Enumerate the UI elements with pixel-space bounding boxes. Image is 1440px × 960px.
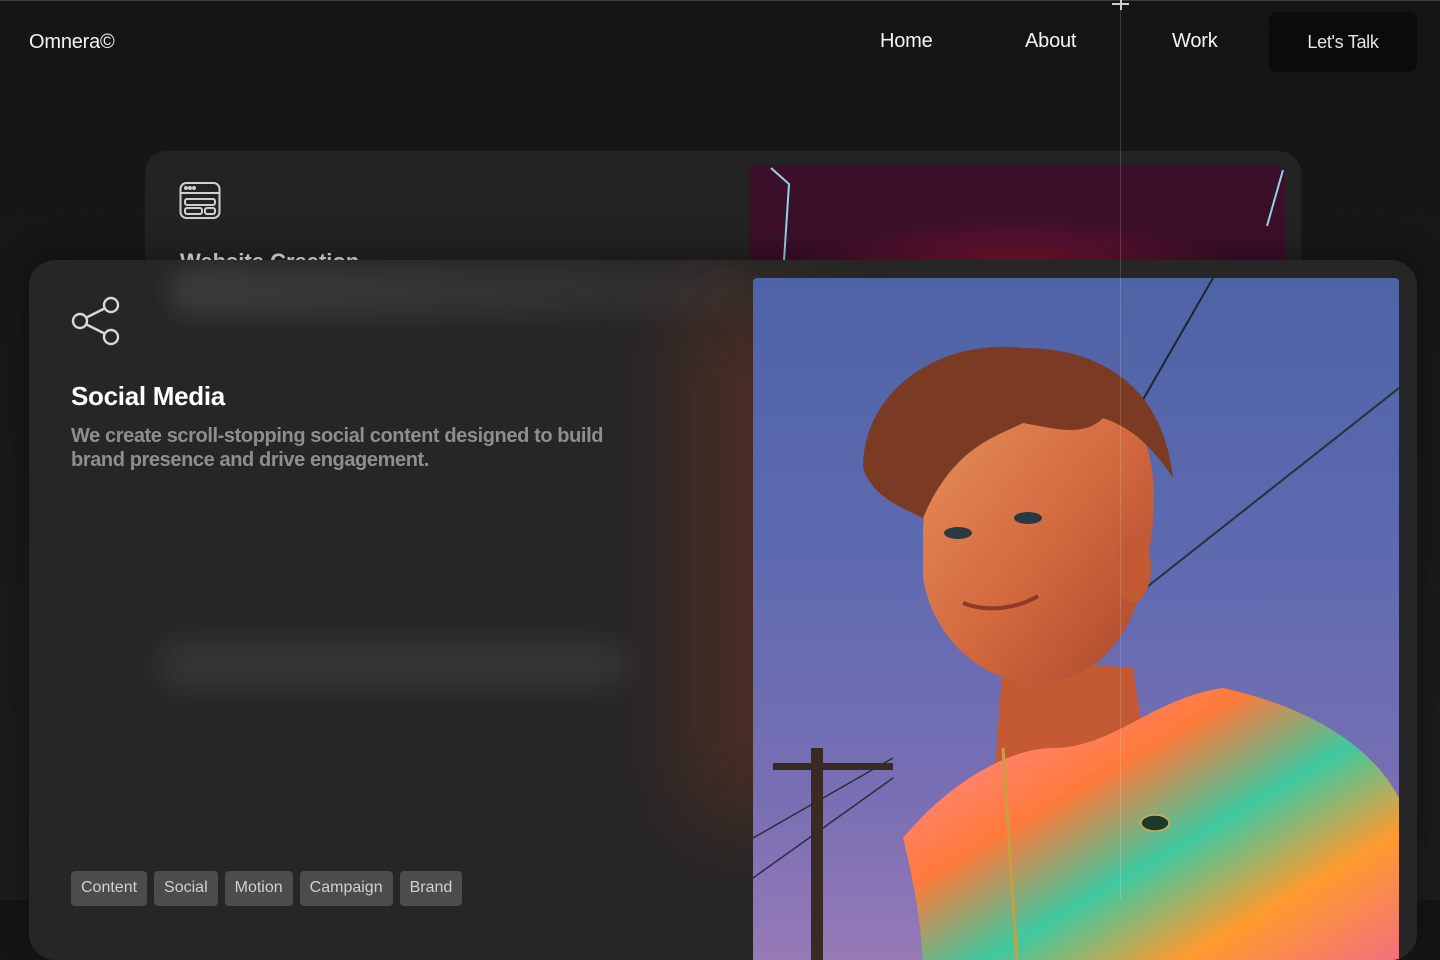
service-title: Social Media: [71, 381, 225, 411]
guide-line: [1120, 0, 1121, 900]
tag-social: Social: [154, 871, 218, 906]
nav-link-about[interactable]: About: [1025, 30, 1076, 53]
tag-motion: Motion: [224, 871, 293, 906]
tag-list: Content Social Motion Campaign Brand: [71, 871, 463, 906]
tag-brand: Brand: [399, 871, 463, 906]
browser-window-icon: [179, 182, 221, 219]
service-description: We create scroll-stopping social content…: [71, 425, 604, 471]
portrait-illustration: [753, 278, 1399, 960]
portrait-photo: [753, 278, 1399, 960]
tag-campaign: Campaign: [299, 871, 393, 906]
lets-talk-button[interactable]: Let's Talk: [1269, 12, 1417, 72]
brand-logo[interactable]: Omnera©: [29, 31, 115, 54]
nav-link-home[interactable]: Home: [880, 30, 933, 53]
share-icon: [71, 296, 120, 346]
cursor-crosshair-icon: [1112, 0, 1129, 10]
blurred-text-artifact: [159, 640, 629, 690]
top-divider: [0, 0, 1440, 1]
blurred-text-artifact: [169, 266, 749, 316]
service-card-social-media[interactable]: Social Media We create scroll-stopping s…: [29, 260, 1417, 960]
tag-content: Content: [71, 871, 148, 906]
nav-link-work[interactable]: Work: [1172, 30, 1218, 53]
